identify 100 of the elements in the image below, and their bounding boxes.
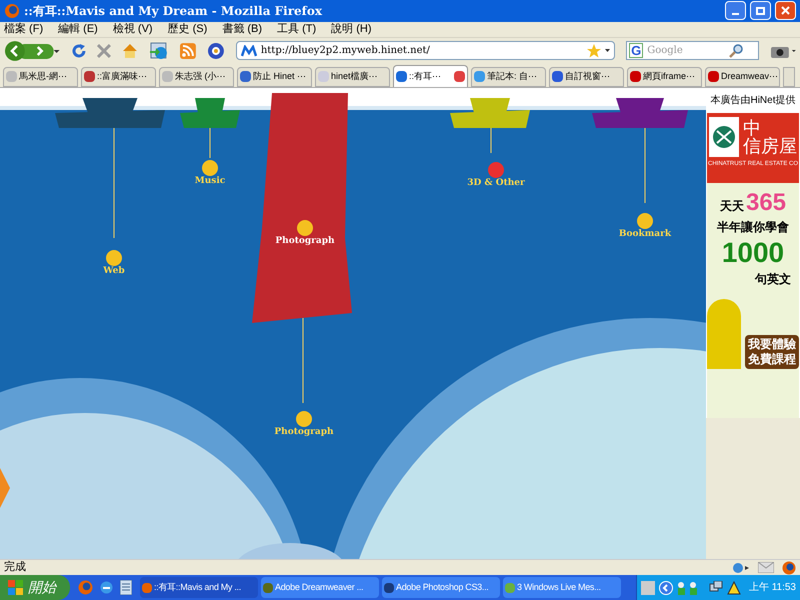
mail-icon[interactable] xyxy=(758,562,774,574)
sync-icon[interactable] xyxy=(732,562,750,574)
tab[interactable]: 筆記本: 自⋯ xyxy=(471,66,546,87)
start-button[interactable]: 開始 xyxy=(0,575,70,600)
tab-icon xyxy=(630,71,641,82)
search-bar[interactable]: G Google xyxy=(626,41,760,60)
home-icon[interactable] xyxy=(122,43,138,58)
tab[interactable]: ::有耳⋯ xyxy=(393,64,468,87)
menu-item[interactable]: 檢視 (V) xyxy=(112,21,153,38)
app-icon xyxy=(384,582,394,593)
ad-number: 1000 xyxy=(722,238,784,267)
menu-item[interactable]: 工具 (T) xyxy=(277,21,316,38)
menu-icon[interactable] xyxy=(106,250,122,266)
menu-label[interactable]: Photograph xyxy=(274,426,334,437)
tab-icon xyxy=(396,70,407,82)
browser-window-icon[interactable] xyxy=(149,42,170,60)
menu-icon[interactable] xyxy=(202,160,218,176)
app-icon xyxy=(142,582,152,593)
menu-label[interactable]: Music xyxy=(194,176,226,186)
app-icon xyxy=(505,582,515,593)
tab[interactable]: 自訂視窗⋯ xyxy=(549,66,624,87)
hanging-shape[interactable] xyxy=(55,98,165,128)
chevron-icon[interactable] xyxy=(658,580,673,595)
taskbar-button[interactable]: 3 Windows Live Mes... xyxy=(503,577,621,598)
close-icon[interactable] xyxy=(454,70,465,82)
tab-label: Dreamweav⋯ xyxy=(721,70,778,83)
search-icon[interactable] xyxy=(729,44,744,58)
address-bar[interactable]: http://bluey2p2.myweb.hinet.net/ xyxy=(236,41,616,60)
menu-label[interactable]: Web xyxy=(103,266,125,276)
tab[interactable]: 朱志强 (小⋯ xyxy=(159,66,234,87)
tab[interactable]: 防止 Hinet ⋯ xyxy=(237,66,312,87)
menu-item[interactable]: 編輯 (E) xyxy=(58,21,98,38)
dropdown-icon[interactable] xyxy=(605,49,610,52)
taskbar-button[interactable]: Adobe Dreamweaver ... xyxy=(261,577,379,598)
tab[interactable]: ::富廣滿味⋯ xyxy=(81,66,156,87)
rss-icon[interactable] xyxy=(180,42,196,59)
restore-button[interactable] xyxy=(750,1,771,20)
close-button[interactable] xyxy=(775,1,796,20)
tab-label: ::有耳⋯ xyxy=(409,70,442,82)
menu-item[interactable]: 書籤 (B) xyxy=(222,21,262,38)
tab-icon xyxy=(552,71,563,82)
tab-label: hinet檔廣⋯ xyxy=(331,70,379,83)
tab-icon xyxy=(84,71,95,82)
tab[interactable]: Dreamweav⋯ xyxy=(705,66,780,87)
taskbar-button[interactable]: ::有耳::Mavis and My ... xyxy=(140,577,258,598)
hanging-shape[interactable] xyxy=(180,98,240,128)
edge-shape xyxy=(0,468,10,508)
ad-cta-button[interactable]: 我要體驗免費課程 xyxy=(745,334,799,369)
stop-icon[interactable] xyxy=(97,44,112,58)
warning-icon[interactable] xyxy=(726,580,741,595)
hanging-shape[interactable] xyxy=(450,98,530,128)
menu-item[interactable]: 歷史 (S) xyxy=(168,21,208,38)
status-text: 完成 xyxy=(4,560,27,576)
browser-logo-icon[interactable] xyxy=(782,560,796,575)
menu-label[interactable]: 3D & Other xyxy=(467,178,525,188)
tab-icon xyxy=(6,71,17,82)
menu-item[interactable]: 說明 (H) xyxy=(331,21,372,38)
tab-label: 馬米思-網⋯ xyxy=(19,70,68,83)
menu-label[interactable]: Bookmark xyxy=(618,228,672,239)
tab-icon xyxy=(162,71,173,82)
taskbar-button[interactable]: Adobe Photoshop CS3... xyxy=(382,577,500,598)
reload-icon[interactable] xyxy=(70,42,86,59)
menu-item[interactable]: 檔案 (F) xyxy=(4,21,44,38)
browser-logo-icon xyxy=(4,2,20,19)
app-icon xyxy=(263,582,273,593)
ad-text: 句英文 xyxy=(755,270,791,288)
tab[interactable]: hinet檔廣⋯ xyxy=(315,66,390,87)
tab-label: 朱志强 (小⋯ xyxy=(175,70,226,83)
minimize-button[interactable] xyxy=(725,1,746,20)
tab-icon xyxy=(318,71,329,82)
tab[interactable]: 馬米思-網⋯ xyxy=(3,66,78,87)
menu-label[interactable]: Photograph xyxy=(275,236,335,246)
tab-label: 防止 Hinet ⋯ xyxy=(253,70,308,83)
clock: 上午 11:53 xyxy=(748,580,796,596)
tab-icon xyxy=(474,71,485,82)
ad-text: 天天 xyxy=(720,198,744,215)
menu-icon[interactable] xyxy=(637,212,653,229)
tab-label: 網頁iframe⋯ xyxy=(643,70,696,83)
tab-icon xyxy=(708,71,719,82)
tab-label: 自訂視窗⋯ xyxy=(565,70,611,83)
hanging-shape[interactable] xyxy=(592,98,688,128)
tab-icon xyxy=(240,71,251,82)
search-engine-icon[interactable]: G xyxy=(629,43,644,58)
site-icon xyxy=(240,44,257,57)
ad-number: 365 xyxy=(746,190,786,215)
document-icon[interactable] xyxy=(120,580,132,596)
address-text: http://bluey2p2.myweb.hinet.net/ xyxy=(260,44,431,58)
tab-label: ::富廣滿味⋯ xyxy=(97,70,148,83)
star-icon[interactable] xyxy=(587,44,602,58)
hanging-banner[interactable] xyxy=(252,92,352,323)
tab-label: 筆記本: 自⋯ xyxy=(487,70,538,83)
brand-text: 信房屋 xyxy=(743,136,797,155)
close-icon xyxy=(781,6,790,16)
ad-caption: 本廣告由HiNet提供 xyxy=(710,94,796,108)
tab[interactable]: 網頁iframe⋯ xyxy=(627,66,702,87)
menu-icon[interactable] xyxy=(297,220,313,236)
back-forward-icon[interactable] xyxy=(4,40,60,62)
window-title: ::有耳::Mavis and My Dream - Mozilla Firefox xyxy=(24,2,324,20)
menu-icon[interactable] xyxy=(296,410,312,427)
search-field[interactable]: Google xyxy=(647,43,726,58)
